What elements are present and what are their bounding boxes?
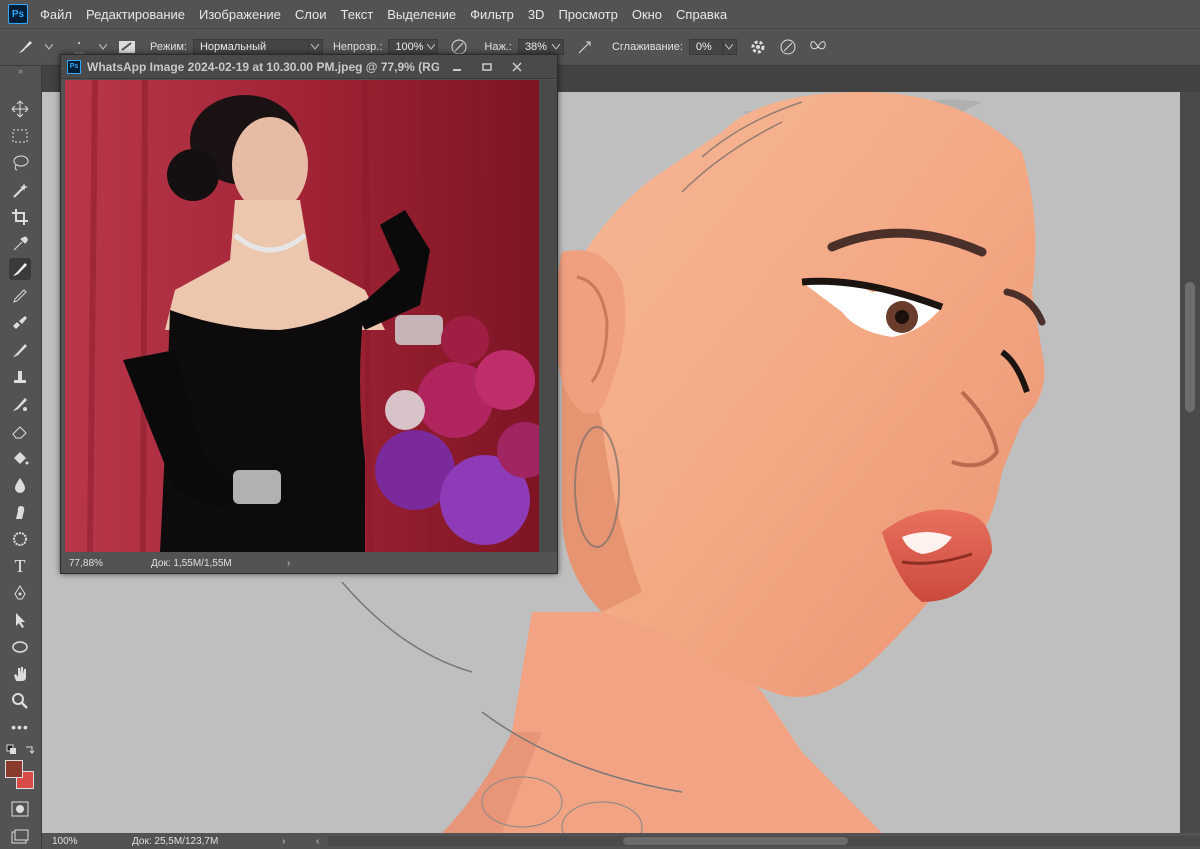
swap-colors-icon[interactable] — [4, 740, 38, 762]
zoom-icon[interactable] — [9, 690, 31, 712]
menu-view[interactable]: Просмотр — [558, 7, 617, 22]
eyedropper-icon[interactable] — [9, 233, 31, 255]
chevron-right-icon[interactable]: › — [282, 836, 285, 847]
horizontal-scroll-thumb[interactable] — [623, 837, 848, 845]
window-status-bar: 77,88% Док: 1,55M/1,55M › — [61, 553, 557, 573]
menu-window[interactable]: Окно — [632, 7, 662, 22]
screen-mode-icon[interactable] — [9, 826, 31, 848]
pressure-label: Наж.: — [484, 41, 512, 53]
menu-edit[interactable]: Редактирование — [86, 7, 185, 22]
blur-icon[interactable] — [9, 474, 31, 496]
chevron-down-icon[interactable] — [424, 39, 439, 55]
sponge-icon[interactable] — [9, 528, 31, 550]
minimize-icon[interactable] — [445, 58, 469, 76]
menu-select[interactable]: Выделение — [387, 7, 456, 22]
chevron-down-icon[interactable] — [549, 39, 564, 55]
chevron-left-icon[interactable]: ‹ — [316, 836, 319, 847]
symmetry-butterfly-icon[interactable] — [807, 36, 829, 58]
smoothing-field[interactable]: 0% — [688, 39, 723, 55]
airbrush-icon[interactable] — [574, 36, 596, 58]
menu-file[interactable]: Файл — [40, 7, 72, 22]
photoshop-logo-icon: Ps — [8, 4, 28, 24]
window-title-bar[interactable]: Ps WhatsApp Image 2024-02-19 at 10.30.00… — [61, 55, 557, 79]
horizontal-scrollbar[interactable] — [328, 836, 1200, 846]
vertical-scroll-thumb[interactable] — [1185, 282, 1195, 412]
tools-panel: » T ••• — [0, 66, 42, 849]
status-bar: 100% Док: 25,5M/123,7M › ‹ — [42, 833, 1200, 849]
window-title: WhatsApp Image 2024-02-19 at 10.30.00 PM… — [87, 59, 439, 74]
vertical-scrollbar[interactable] — [1180, 92, 1200, 833]
brush-icon[interactable] — [9, 258, 31, 280]
reference-photo — [65, 80, 539, 552]
menu-help[interactable]: Справка — [676, 7, 727, 22]
menu-bar: Ps Файл Редактирование Изображение Слои … — [0, 0, 1200, 28]
maximize-icon[interactable] — [475, 58, 499, 76]
zoom-level[interactable]: 100% — [42, 836, 86, 847]
chevron-down-icon[interactable] — [308, 39, 323, 55]
smoothing-label: Сглаживание: — [611, 41, 683, 53]
quick-mask-icon[interactable] — [9, 798, 31, 820]
smudge-icon[interactable] — [9, 501, 31, 523]
window-vertical-scrollbar[interactable] — [539, 80, 557, 552]
pen-icon[interactable] — [9, 582, 31, 604]
mode-label: Режим: — [150, 41, 187, 53]
menu-image[interactable]: Изображение — [199, 7, 281, 22]
reference-document-window[interactable]: Ps WhatsApp Image 2024-02-19 at 10.30.00… — [60, 54, 558, 574]
close-icon[interactable] — [505, 58, 529, 76]
window-zoom-level[interactable]: 77,88% — [61, 558, 151, 569]
crop-icon[interactable] — [9, 206, 31, 228]
panel-grip-icon[interactable]: » — [0, 66, 41, 76]
photoshop-logo-icon: Ps — [67, 59, 81, 74]
chevron-down-icon[interactable] — [722, 39, 737, 55]
mixer-brush-icon[interactable] — [9, 393, 31, 415]
more-tools-icon[interactable]: ••• — [9, 716, 31, 738]
eraser-icon[interactable] — [9, 420, 31, 442]
menu-layers[interactable]: Слои — [295, 7, 327, 22]
window-doc-size[interactable]: Док: 1,55M/1,55M — [151, 558, 291, 569]
move-icon[interactable] — [9, 98, 31, 120]
history-brush-icon[interactable] — [9, 339, 31, 361]
doc-size[interactable]: Док: 25,5M/123,7M — [86, 836, 286, 847]
path-select-icon[interactable] — [9, 609, 31, 631]
magic-wand-icon[interactable] — [9, 179, 31, 201]
menu-type[interactable]: Текст — [341, 7, 374, 22]
lasso-icon[interactable] — [9, 152, 31, 174]
mode-select[interactable]: Нормальный — [192, 39, 309, 55]
opacity-field[interactable]: 100% — [388, 39, 425, 55]
chevron-down-icon[interactable] — [44, 36, 54, 58]
brush-preset-icon[interactable] — [14, 36, 36, 58]
ellipse-icon[interactable] — [9, 636, 31, 658]
menu-filter[interactable]: Фильтр — [470, 7, 514, 22]
pencil-icon[interactable] — [9, 285, 31, 307]
type-icon[interactable]: T — [9, 555, 31, 577]
pressure-size-icon[interactable] — [777, 36, 799, 58]
hand-icon[interactable] — [9, 663, 31, 685]
menu-3d[interactable]: 3D — [528, 7, 545, 22]
pressure-field[interactable]: 38% — [517, 39, 550, 55]
marquee-icon[interactable] — [9, 125, 31, 147]
clone-stamp-icon[interactable] — [9, 312, 31, 334]
gear-icon[interactable] — [747, 36, 769, 58]
stamp-icon[interactable] — [9, 366, 31, 388]
chevron-right-icon[interactable]: › — [287, 558, 290, 569]
opacity-label: Непрозр.: — [332, 41, 383, 53]
paint-bucket-icon[interactable] — [9, 447, 31, 469]
foreground-color-swatch[interactable] — [5, 760, 23, 778]
